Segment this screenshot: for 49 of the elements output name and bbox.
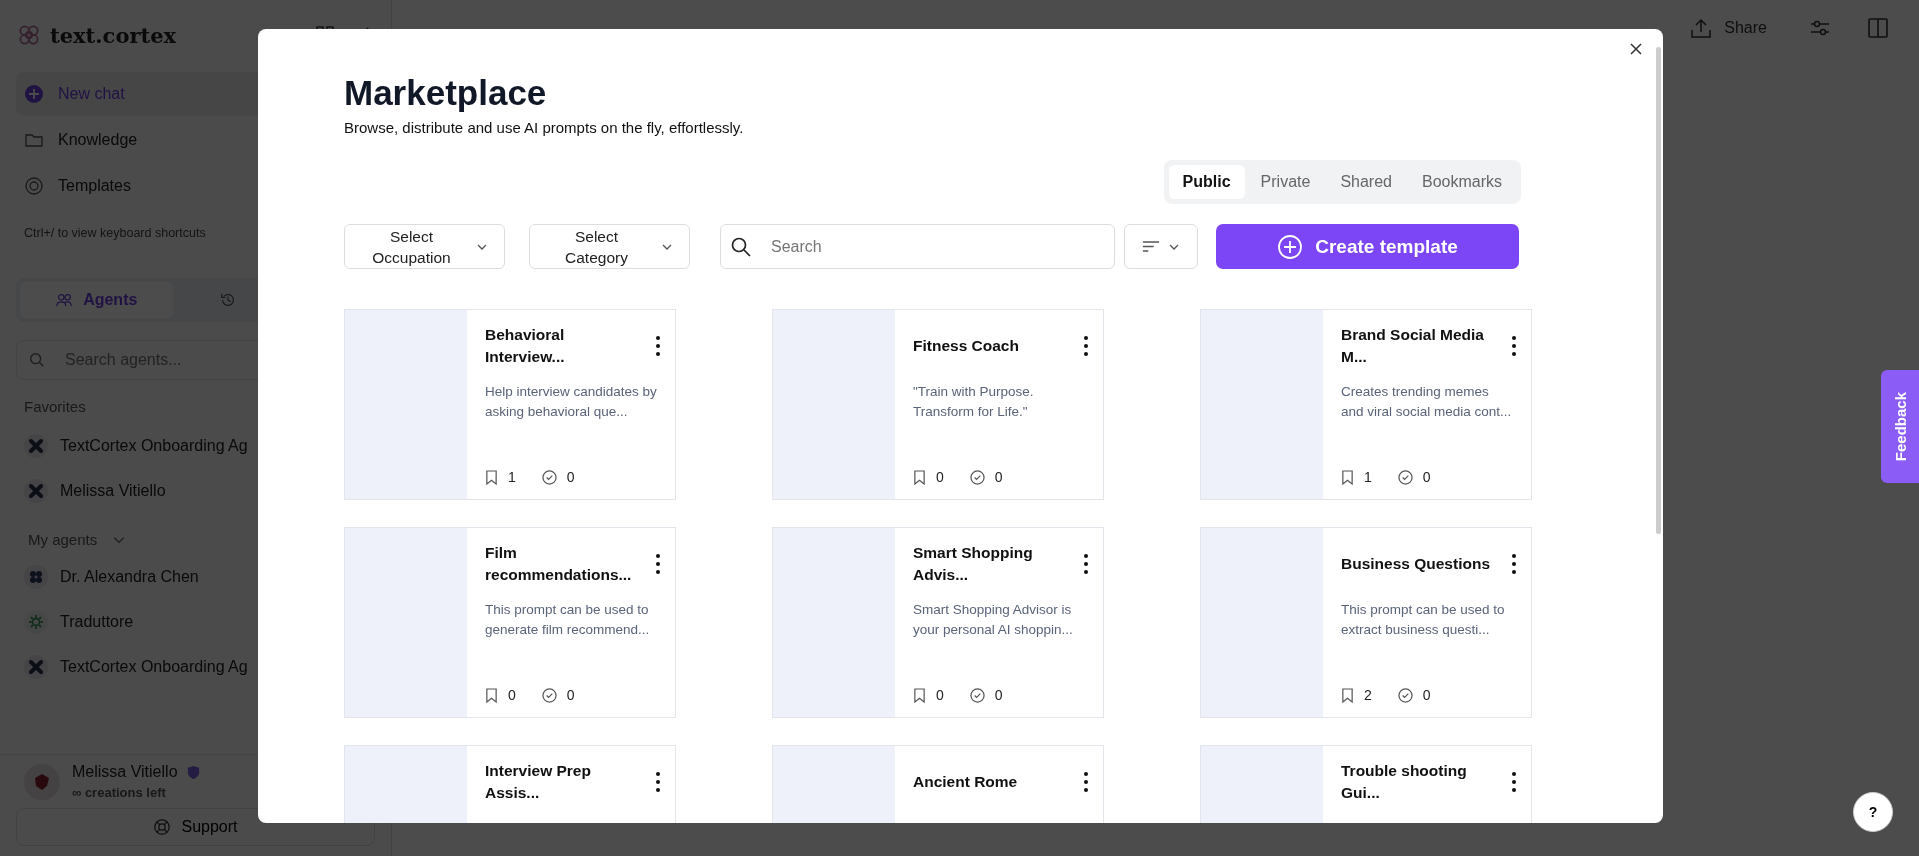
card-title: Interview Prep Assis... — [485, 761, 592, 803]
use-count: 0 — [1422, 687, 1431, 703]
tab[interactable]: Private — [1246, 165, 1325, 199]
template-card[interactable]: Ancient Rome — [772, 745, 1104, 823]
use-count: 0 — [994, 687, 1003, 703]
card-description: "Train with Purpose. Transform for Life." — [913, 383, 1035, 421]
template-card[interactable]: Trouble shooting Gui... — [1200, 745, 1532, 823]
template-card[interactable]: Film recommendations... This prompt can be used to generate film recommend... 0 0 — [344, 527, 676, 718]
tab[interactable]: Shared — [1326, 165, 1406, 199]
card-description: This prompt can be used to extract business questi... — [1341, 601, 1506, 639]
card-description: Smart Shopping Advisor is your personal AI shoppin... — [913, 601, 1074, 639]
card-title: Brand Social Media M... — [1341, 325, 1485, 367]
bookmark-count: 1 — [508, 469, 516, 485]
template-card[interactable]: Smart Shopping Advis... Smart Shopping Advisor is your personal AI shoppin... 0 0 — [772, 527, 1104, 718]
use-count: 0 — [1422, 469, 1431, 485]
filter-dropdown[interactable]: Select Category — [529, 224, 690, 269]
bookmark-count: 0 — [508, 687, 516, 703]
card-description: Help interview candidates by asking behavioral que... — [485, 383, 657, 421]
card-title: Ancient Rome — [913, 772, 1019, 792]
card-description: Creates trending memes and viral social media cont... — [1341, 383, 1513, 421]
bookmark-count: 2 — [1364, 687, 1372, 703]
logo-text: text.cortex — [50, 22, 177, 48]
use-count: 0 — [566, 469, 575, 485]
filter-dropdown[interactable]: Select Occupation — [344, 224, 505, 269]
search-field[interactable]: Search — [720, 224, 1115, 269]
template-card[interactable]: Interview Prep Assis... — [344, 745, 676, 823]
tab[interactable]: Bookmarks — [1407, 165, 1516, 199]
card-title: Fitness Coach — [913, 336, 1020, 356]
tab[interactable]: Public — [1168, 165, 1245, 199]
feedback-tab[interactable]: Feedback — [1881, 370, 1919, 483]
template-card[interactable]: Fitness Coach "Train with Purpose. Transform for Life." 0 0 — [772, 309, 1104, 500]
create-template-button[interactable]: Create template — [1216, 224, 1519, 269]
card-title: Film recommendations... — [485, 543, 633, 585]
template-card[interactable]: Behavioral Interview... Help interview candidates by asking behavioral que... 1 0 — [344, 309, 676, 500]
dialog-title: Marketplace — [344, 73, 548, 113]
card-description: This prompt can be used to generate film recommend... — [485, 601, 651, 639]
bookmark-count: 0 — [936, 469, 944, 485]
bookmark-count: 0 — [936, 687, 944, 703]
use-count: 0 — [994, 469, 1003, 485]
user-name: Melissa Vitiello — [72, 763, 178, 781]
card-title: Behavioral Interview... — [485, 325, 566, 367]
template-card[interactable]: Brand Social Media M... Creates trending memes and viral social media cont... 1 0 — [1200, 309, 1532, 500]
card-title: Smart Shopping Advis... — [913, 543, 1034, 585]
dialog-subtitle: Browse, distribute and use AI prompts on the fly, effortlessly. — [344, 119, 745, 136]
card-title: Business Questions — [1341, 554, 1491, 574]
use-count: 0 — [566, 687, 575, 703]
card-title: Trouble shooting Gui... — [1341, 761, 1468, 803]
template-card[interactable]: Business Questions This prompt can be used to extract business questi... 2 0 — [1200, 527, 1532, 718]
bookmark-count: 1 — [1364, 469, 1372, 485]
